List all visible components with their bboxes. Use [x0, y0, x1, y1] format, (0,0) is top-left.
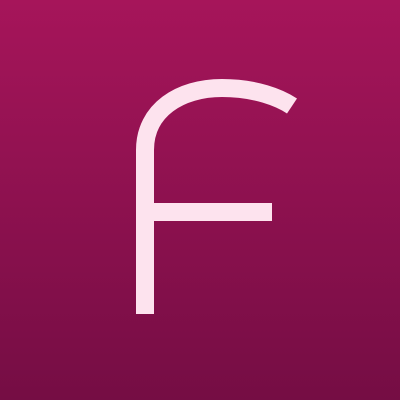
letter-f-logo-icon — [136, 79, 297, 314]
f-glyph-stroke — [136, 79, 297, 314]
app-icon: F — [0, 0, 400, 400]
